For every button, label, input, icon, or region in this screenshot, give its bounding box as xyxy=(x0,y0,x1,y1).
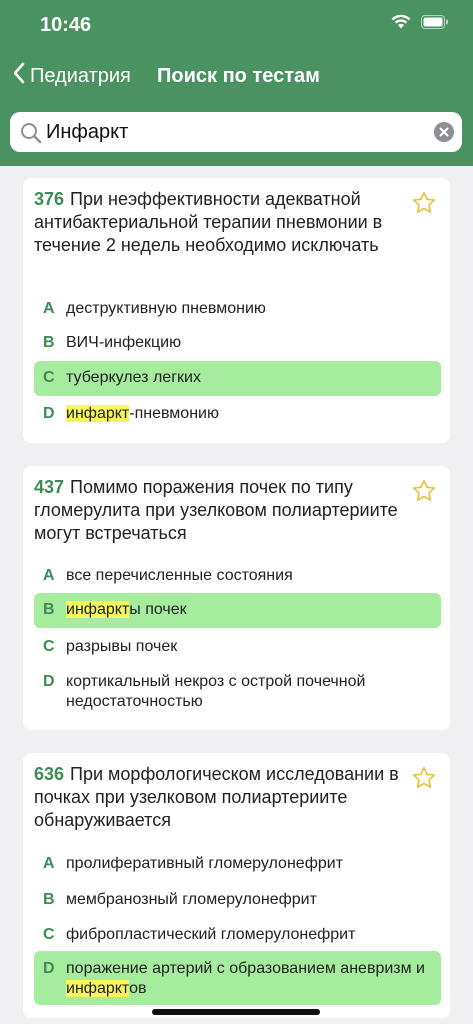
answer-text: мембранозный гломерулонефрит xyxy=(66,891,317,908)
search-icon xyxy=(20,122,42,149)
back-label: Педиатрия xyxy=(30,64,131,87)
answer-letter: C xyxy=(43,369,55,386)
answer-letter: B xyxy=(43,601,55,618)
answer-option[interactable]: D кортикальный некроз с острой почечной … xyxy=(34,666,441,718)
answer-text: деструктивную пневмонию xyxy=(66,300,266,317)
answer-text-rest: ов xyxy=(129,980,147,997)
question-number: 437 xyxy=(34,477,65,497)
answer-letter: A xyxy=(43,300,55,317)
answer-option[interactable]: C фибропластический гломерулонефрит xyxy=(34,919,441,951)
answer-text: поражение артерий с образованием аневриз… xyxy=(66,959,436,999)
test-card: 376 При неэффективности адекватной антиба… xyxy=(23,178,450,443)
answer-option-correct[interactable]: D поражение артерий с образованием аневр… xyxy=(34,951,441,1005)
answer-letter: C xyxy=(43,926,55,943)
page-title: Поиск по тестам xyxy=(157,65,320,87)
answer-letter: C xyxy=(43,638,55,655)
answer-text-rest: -пневмонию xyxy=(129,405,219,422)
clear-search-icon[interactable] xyxy=(434,122,454,147)
answer-text: фибропластический гломерулонефрит xyxy=(66,926,356,943)
star-icon[interactable] xyxy=(411,190,437,221)
question-text: При неэффективности адекватной антибакте… xyxy=(34,189,383,255)
answer-option[interactable]: D инфаркт-пневмонию xyxy=(34,398,441,430)
answer-text: инфаркт-пневмонию xyxy=(66,404,436,424)
answer-text: пролиферативный гломерулонефрит xyxy=(66,855,344,872)
answer-text-pre: поражение артерий с образованием аневриз… xyxy=(66,960,425,977)
question-number: 636 xyxy=(34,764,65,784)
battery-icon xyxy=(421,14,449,34)
search-input[interactable] xyxy=(46,112,426,152)
answer-letter: A xyxy=(43,567,55,584)
question-text: При морфологическом исследовании в почка… xyxy=(34,764,399,830)
question-text: Помимо поражения почек по типу гломерули… xyxy=(34,477,398,543)
search-highlight: инфаркт xyxy=(66,601,130,618)
answer-letter: D xyxy=(43,673,55,690)
answer-text: инфаркты почек xyxy=(66,600,436,620)
wifi-icon xyxy=(391,14,411,34)
answer-option-correct[interactable]: C туберкулез легких xyxy=(34,361,441,396)
answer-text: туберкулез легких xyxy=(66,369,201,386)
answer-letter: B xyxy=(43,334,55,351)
question-number: 376 xyxy=(34,189,65,209)
answer-option-correct[interactable]: B инфаркты почек xyxy=(34,593,441,628)
status-time: 10:46 xyxy=(40,14,92,36)
answer-text: ВИЧ-инфекцию xyxy=(66,334,182,351)
answer-option[interactable]: B ВИЧ-инфекцию xyxy=(34,327,441,359)
star-icon[interactable] xyxy=(411,478,437,509)
answer-option[interactable]: A все перечисленные состояния xyxy=(34,560,441,592)
answer-text: разрывы почек xyxy=(66,638,178,655)
answer-letter: D xyxy=(43,405,55,422)
answer-option[interactable]: B мембранозный гломерулонефрит xyxy=(34,884,441,916)
home-indicator xyxy=(152,1009,320,1015)
star-icon[interactable] xyxy=(411,765,437,796)
answer-letter: D xyxy=(43,960,55,977)
search-highlight: инфаркт xyxy=(66,980,130,997)
chevron-left-icon xyxy=(12,61,30,91)
nav-bar: Педиатрия Поиск по тестам xyxy=(0,56,473,96)
answer-text: все перечисленные состояния xyxy=(66,567,293,584)
status-icons xyxy=(391,14,449,34)
question: 636 При морфологическом исследовании в по… xyxy=(34,763,404,832)
search-bar xyxy=(10,112,462,152)
test-card: 636 При морфологическом исследовании в по… xyxy=(23,753,450,1018)
search-highlight: инфаркт xyxy=(66,405,130,422)
answer-option[interactable]: A деструктивную пневмонию xyxy=(34,293,441,325)
answer-letter: B xyxy=(43,891,55,908)
back-button[interactable]: Педиатрия xyxy=(12,56,131,96)
test-card: 437 Помимо поражения почек по типу гломер… xyxy=(23,466,450,730)
status-bar: 10:46 xyxy=(0,0,473,50)
answer-option[interactable]: A пролиферативный гломерулонефрит xyxy=(34,848,441,880)
answer-text-rest: ы почек xyxy=(129,601,187,618)
question: 437 Помимо поражения почек по типу гломер… xyxy=(34,476,404,545)
answer-text: кортикальный некроз с острой почечной не… xyxy=(66,673,366,710)
answer-letter: A xyxy=(43,855,55,872)
question: 376 При неэффективности адекватной антиба… xyxy=(34,188,404,257)
header: 10:46 Педиатрия Поиск по тестам Инфаркт xyxy=(0,0,473,166)
answer-option[interactable]: C разрывы почек xyxy=(34,631,441,663)
